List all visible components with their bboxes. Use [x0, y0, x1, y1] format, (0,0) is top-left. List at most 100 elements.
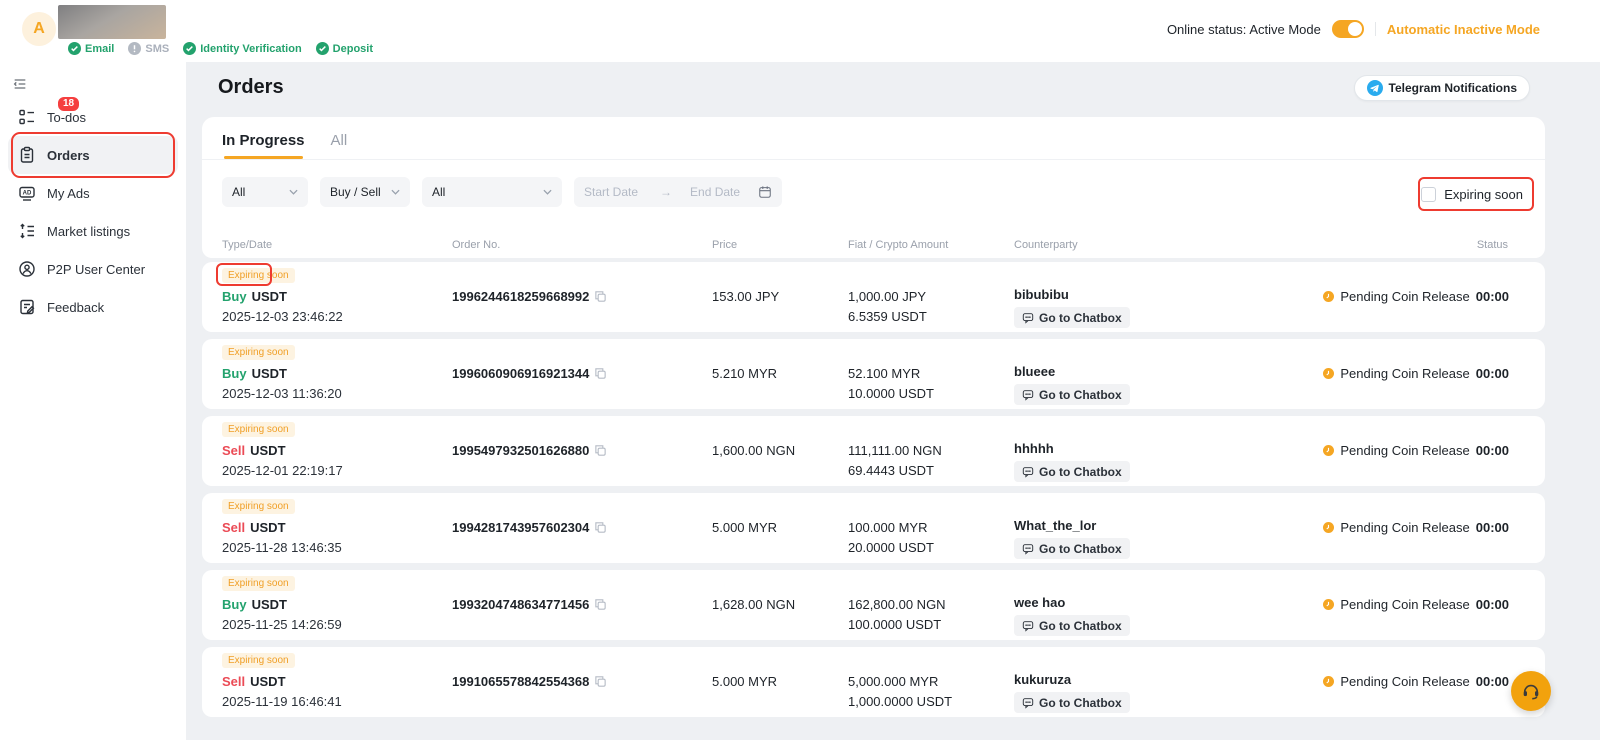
- copy-icon[interactable]: [594, 521, 607, 534]
- crypto-amount: 100.0000 USDT: [848, 617, 941, 632]
- order-row[interactable]: Expiring soon Sell USDT 2025-11-19 16:46…: [202, 647, 1545, 717]
- order-status: Pending Coin Release 00:00: [1323, 597, 1509, 612]
- counterparty-name: What_the_lor: [1014, 518, 1096, 533]
- checkbox-unchecked[interactable]: [1421, 187, 1436, 202]
- feedback-icon: [18, 298, 36, 316]
- copy-icon[interactable]: [594, 444, 607, 457]
- order-side: Sell: [222, 443, 245, 458]
- filter-dropdown-buy-sell[interactable]: Buy / Sell: [320, 177, 410, 207]
- go-to-chatbox-button[interactable]: Go to Chatbox: [1014, 538, 1130, 559]
- end-date-placeholder: End Date: [690, 185, 740, 199]
- expiring-soon-badge: Expiring soon: [222, 653, 295, 668]
- go-to-chatbox-button[interactable]: Go to Chatbox: [1014, 384, 1130, 405]
- headset-icon: [1521, 681, 1541, 701]
- status-timer: 00:00: [1476, 597, 1509, 612]
- sidebar-item-my-ads[interactable]: AD My Ads: [8, 174, 178, 212]
- crypto-amount: 10.0000 USDT: [848, 386, 934, 401]
- order-row[interactable]: Expiring soon Sell USDT 2025-11-28 13:46…: [202, 493, 1545, 563]
- fiat-amount: 162,800.00 NGN: [848, 597, 946, 612]
- date-range-picker[interactable]: Start Date → End Date: [574, 177, 782, 207]
- fiat-amount: 52.100 MYR: [848, 366, 920, 381]
- sidebar-item-orders[interactable]: Orders: [8, 136, 178, 174]
- status-timer: 00:00: [1476, 289, 1509, 304]
- order-datetime: 2025-12-03 23:46:22: [222, 309, 343, 324]
- expiring-soon-badge: Expiring soon: [222, 345, 295, 360]
- verification-badge-sms: SMS: [128, 42, 169, 55]
- status-timer: 00:00: [1476, 674, 1509, 689]
- order-number: 1996244618259668992: [452, 289, 589, 304]
- order-datetime: 2025-11-25 14:26:59: [222, 617, 342, 632]
- order-row[interactable]: Expiring soon Sell USDT 2025-12-01 22:19…: [202, 416, 1545, 486]
- order-price: 5.000 MYR: [712, 520, 777, 535]
- go-to-chatbox-button[interactable]: Go to Chatbox: [1014, 692, 1130, 713]
- order-price: 5.000 MYR: [712, 674, 777, 689]
- column-header-type-date: Type/Date: [222, 239, 272, 251]
- filter-row: All Buy / Sell All Start Date → End Date: [222, 177, 782, 207]
- copy-icon[interactable]: [594, 367, 607, 380]
- status-timer: 00:00: [1476, 520, 1509, 535]
- status-label: Pending Coin Release: [1340, 674, 1469, 689]
- chat-icon: [1022, 312, 1034, 324]
- sidebar-item-label: My Ads: [47, 186, 90, 201]
- order-datetime: 2025-11-28 13:46:35: [222, 540, 342, 555]
- sidebar-item-label: Feedback: [47, 300, 104, 315]
- customer-support-button[interactable]: [1511, 671, 1551, 711]
- order-number: 1991065578842554368: [452, 674, 589, 689]
- todo-list-icon: [18, 108, 36, 126]
- expiring-soon-checkbox[interactable]: Expiring soon: [1421, 180, 1523, 208]
- go-to-chatbox-button[interactable]: Go to Chatbox: [1014, 307, 1130, 328]
- user-center-icon: [18, 260, 36, 278]
- status-label: Pending Coin Release: [1340, 366, 1469, 381]
- status-label: Pending Coin Release: [1340, 597, 1469, 612]
- chat-icon: [1022, 466, 1034, 478]
- filter-dropdown-1[interactable]: All: [222, 177, 308, 207]
- tab-bar: In Progress All: [202, 117, 1545, 160]
- sidebar-item-p2p-user-center[interactable]: P2P User Center: [8, 250, 178, 288]
- ad-icon: AD: [18, 184, 36, 202]
- check-circle-icon: [316, 42, 329, 55]
- order-datetime: 2025-11-19 16:46:41: [222, 694, 342, 709]
- arrow-right-icon: →: [660, 185, 672, 199]
- chevron-down-icon: [289, 189, 298, 195]
- sidebar-collapse-icon[interactable]: [12, 76, 28, 92]
- crypto-amount: 6.5359 USDT: [848, 309, 927, 324]
- filter-dropdown-3[interactable]: All: [422, 177, 562, 207]
- sidebar-item-label: Orders: [47, 148, 90, 163]
- sidebar-item-market-listings[interactable]: Market listings: [8, 212, 178, 250]
- order-row[interactable]: Expiring soon Buy USDT 2025-11-25 14:26:…: [202, 570, 1545, 640]
- order-asset: USDT: [250, 443, 285, 458]
- chevron-down-icon: [543, 189, 552, 195]
- top-bar: A Email SMS Identity Verification Deposi…: [0, 0, 1600, 62]
- fiat-amount: 100.000 MYR: [848, 520, 928, 535]
- sidebar-item-todos[interactable]: To-dos 18: [8, 98, 178, 136]
- divider: [1375, 22, 1376, 36]
- column-header-status: Status: [1477, 239, 1508, 251]
- status-timer: 00:00: [1476, 443, 1509, 458]
- order-row[interactable]: Expiring soon Buy USDT 2025-12-03 23:46:…: [202, 262, 1545, 332]
- go-to-chatbox-button[interactable]: Go to Chatbox: [1014, 461, 1130, 482]
- copy-icon[interactable]: [594, 290, 607, 303]
- order-side: Buy: [222, 597, 247, 612]
- tab-all[interactable]: All: [331, 121, 348, 159]
- page-title: Orders: [218, 76, 284, 99]
- counterparty-name: kukuruza: [1014, 672, 1071, 687]
- avatar[interactable]: A: [22, 12, 56, 46]
- tab-in-progress[interactable]: In Progress: [222, 121, 305, 159]
- order-price: 5.210 MYR: [712, 366, 777, 381]
- automatic-inactive-mode-link[interactable]: Automatic Inactive Mode: [1387, 22, 1540, 37]
- fiat-amount: 1,000.00 JPY: [848, 289, 926, 304]
- telegram-notifications-button[interactable]: Telegram Notifications: [1354, 75, 1530, 101]
- fiat-amount: 111,111.00 NGN: [848, 443, 942, 458]
- verification-badges: Email SMS Identity Verification Deposit: [68, 42, 373, 55]
- expiring-soon-badge: Expiring soon: [222, 422, 295, 437]
- go-to-chatbox-button[interactable]: Go to Chatbox: [1014, 615, 1130, 636]
- order-side: Buy: [222, 366, 247, 381]
- order-status: Pending Coin Release 00:00: [1323, 366, 1509, 381]
- copy-icon[interactable]: [594, 598, 607, 611]
- sidebar-item-feedback[interactable]: Feedback: [8, 288, 178, 326]
- order-price: 1,600.00 NGN: [712, 443, 795, 458]
- start-date-placeholder: Start Date: [584, 185, 638, 199]
- copy-icon[interactable]: [594, 675, 607, 688]
- online-status-toggle[interactable]: [1332, 20, 1364, 38]
- order-row[interactable]: Expiring soon Buy USDT 2025-12-03 11:36:…: [202, 339, 1545, 409]
